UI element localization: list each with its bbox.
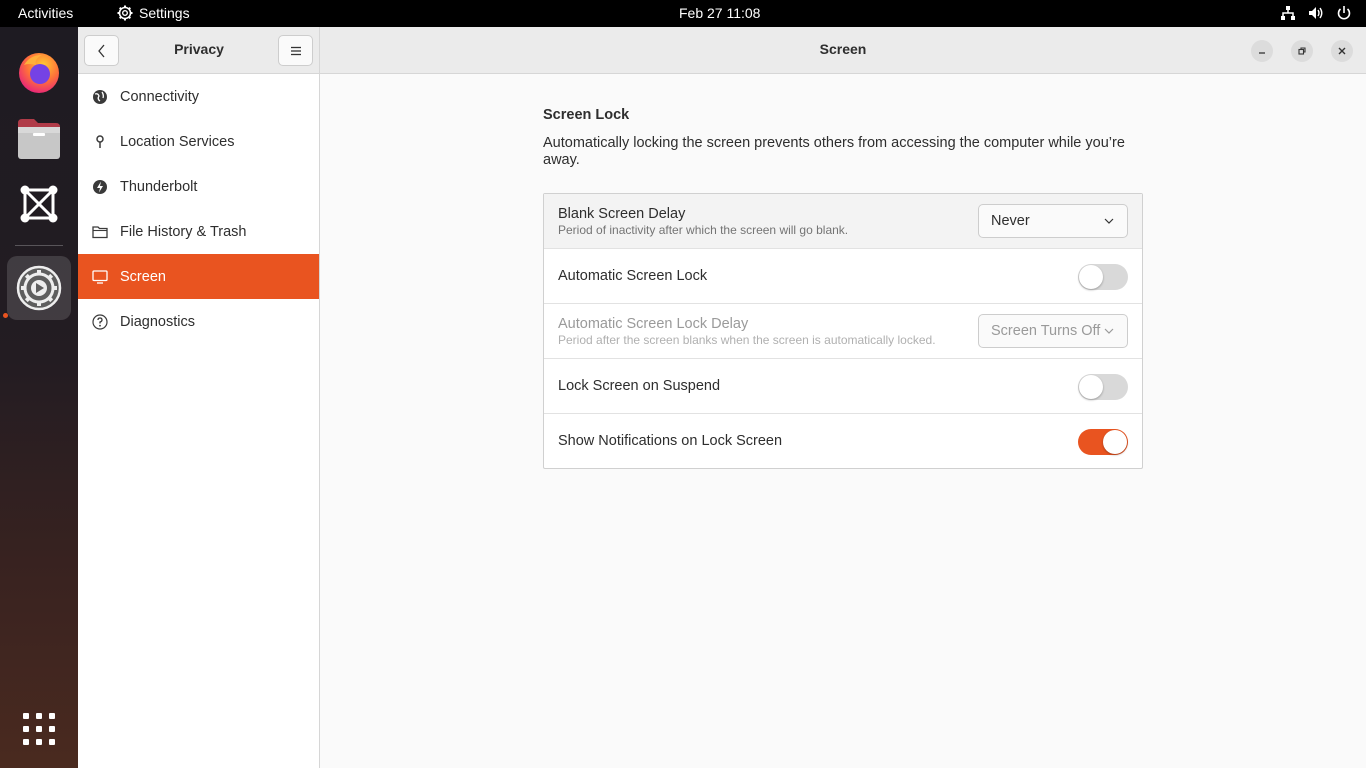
minimize-icon <box>1259 52 1265 54</box>
dock-files[interactable] <box>7 107 71 171</box>
power-icon <box>1337 6 1351 20</box>
automatic-screen-lock-delay-row: Automatic Screen Lock Delay Period after… <box>544 304 1142 359</box>
close-button[interactable] <box>1331 40 1353 62</box>
minimize-button[interactable] <box>1251 40 1273 62</box>
sidebar-item-file-history[interactable]: File History & Trash <box>78 209 319 254</box>
chevron-down-icon <box>1104 328 1114 334</box>
row-title: Automatic Screen Lock Delay <box>558 316 749 332</box>
lock-on-suspend-toggle[interactable] <box>1078 374 1128 400</box>
app-menu-label: Settings <box>139 5 190 21</box>
hamburger-icon <box>290 46 301 55</box>
network-icon <box>1281 6 1295 20</box>
sidebar-item-screen[interactable]: Screen <box>78 254 319 299</box>
thunderbolt-icon <box>92 179 108 195</box>
dropdown-value: Never <box>991 213 1030 229</box>
screen-panel: Screen Lock Automatically locking the sc… <box>321 74 1366 768</box>
toggle-knob <box>1079 265 1103 289</box>
automatic-screen-lock-row[interactable]: Automatic Screen Lock <box>544 249 1142 304</box>
monitor-icon <box>92 269 108 285</box>
blank-screen-delay-dropdown[interactable]: Never <box>978 204 1128 238</box>
toggle-knob <box>1079 375 1103 399</box>
section-description: Automatically locking the screen prevent… <box>543 135 1125 168</box>
page-title: Screen <box>819 41 867 57</box>
sidebar-item-thunderbolt[interactable]: Thunderbolt <box>78 164 319 209</box>
system-tray[interactable] <box>1280 5 1352 21</box>
activities-button[interactable]: Activities <box>18 5 73 21</box>
automatic-screen-lock-toggle[interactable] <box>1078 264 1128 290</box>
show-notifications-toggle[interactable] <box>1078 429 1128 455</box>
top-bar: Activities Settings Feb 27 11:08 <box>0 0 1366 27</box>
row-title: Show Notifications on Lock Screen <box>558 433 783 449</box>
dock-settings[interactable] <box>7 256 71 320</box>
row-title: Lock Screen on Suspend <box>558 378 721 394</box>
dock-firefox[interactable] <box>7 40 71 104</box>
lock-screen-on-suspend-row[interactable]: Lock Screen on Suspend <box>544 359 1142 414</box>
close-icon <box>1338 47 1346 55</box>
sidebar-header: Privacy <box>78 27 320 74</box>
sidebar-item-label: File History & Trash <box>120 223 247 240</box>
row-title: Automatic Screen Lock <box>558 268 708 284</box>
toggle-knob <box>1103 430 1127 454</box>
volume-icon <box>1309 7 1323 19</box>
dock-app[interactable] <box>7 172 71 236</box>
help-icon <box>92 313 108 330</box>
folder-app-icon <box>18 119 60 159</box>
sidebar: Connectivity Location Services Thunderbo… <box>78 74 320 768</box>
sidebar-item-label: Location Services <box>120 133 235 150</box>
sidebar-item-location-services[interactable]: Location Services <box>78 119 319 164</box>
lock-delay-dropdown: Screen Turns Off <box>978 314 1128 348</box>
maximize-button[interactable] <box>1291 40 1313 62</box>
row-subtitle: Period after the screen blanks when the … <box>558 333 936 347</box>
show-apps-button[interactable] <box>7 697 71 761</box>
blank-screen-delay-row[interactable]: Blank Screen Delay Period of inactivity … <box>544 194 1142 249</box>
dropdown-value: Screen Turns Off <box>991 323 1101 339</box>
clock[interactable]: Feb 27 11:08 <box>679 5 760 21</box>
chevron-down-icon <box>1104 218 1114 224</box>
restore-icon <box>1298 47 1306 55</box>
row-title: Blank Screen Delay <box>558 206 686 222</box>
section-title: Screen Lock <box>543 107 630 123</box>
frame-app-icon <box>20 185 58 223</box>
dock-separator <box>15 245 63 246</box>
folder-icon <box>92 224 108 240</box>
main-header: Screen <box>320 27 1366 74</box>
sidebar-item-connectivity[interactable]: Connectivity <box>78 74 319 119</box>
sidebar-item-label: Diagnostics <box>120 313 195 330</box>
sidebar-item-diagnostics[interactable]: Diagnostics <box>78 299 319 344</box>
app-grid-icon <box>23 713 55 745</box>
settings-gear-icon <box>117 5 133 21</box>
sidebar-item-label: Thunderbolt <box>120 178 198 195</box>
row-subtitle: Period of inactivity after which the scr… <box>558 223 849 237</box>
app-menu[interactable]: Settings <box>117 5 190 21</box>
sidebar-item-label: Connectivity <box>120 88 199 105</box>
location-icon <box>92 134 108 150</box>
globe-icon <box>92 89 108 105</box>
settings-app-icon <box>16 265 62 311</box>
show-notifications-row[interactable]: Show Notifications on Lock Screen <box>544 414 1142 469</box>
sidebar-item-label: Screen <box>120 268 166 285</box>
menu-button[interactable] <box>278 35 313 66</box>
settings-window: Privacy Screen Connectivity Location Ser… <box>78 27 1366 768</box>
screen-lock-list: Blank Screen Delay Period of inactivity … <box>543 193 1143 469</box>
dock <box>0 27 78 768</box>
firefox-icon <box>19 53 59 93</box>
